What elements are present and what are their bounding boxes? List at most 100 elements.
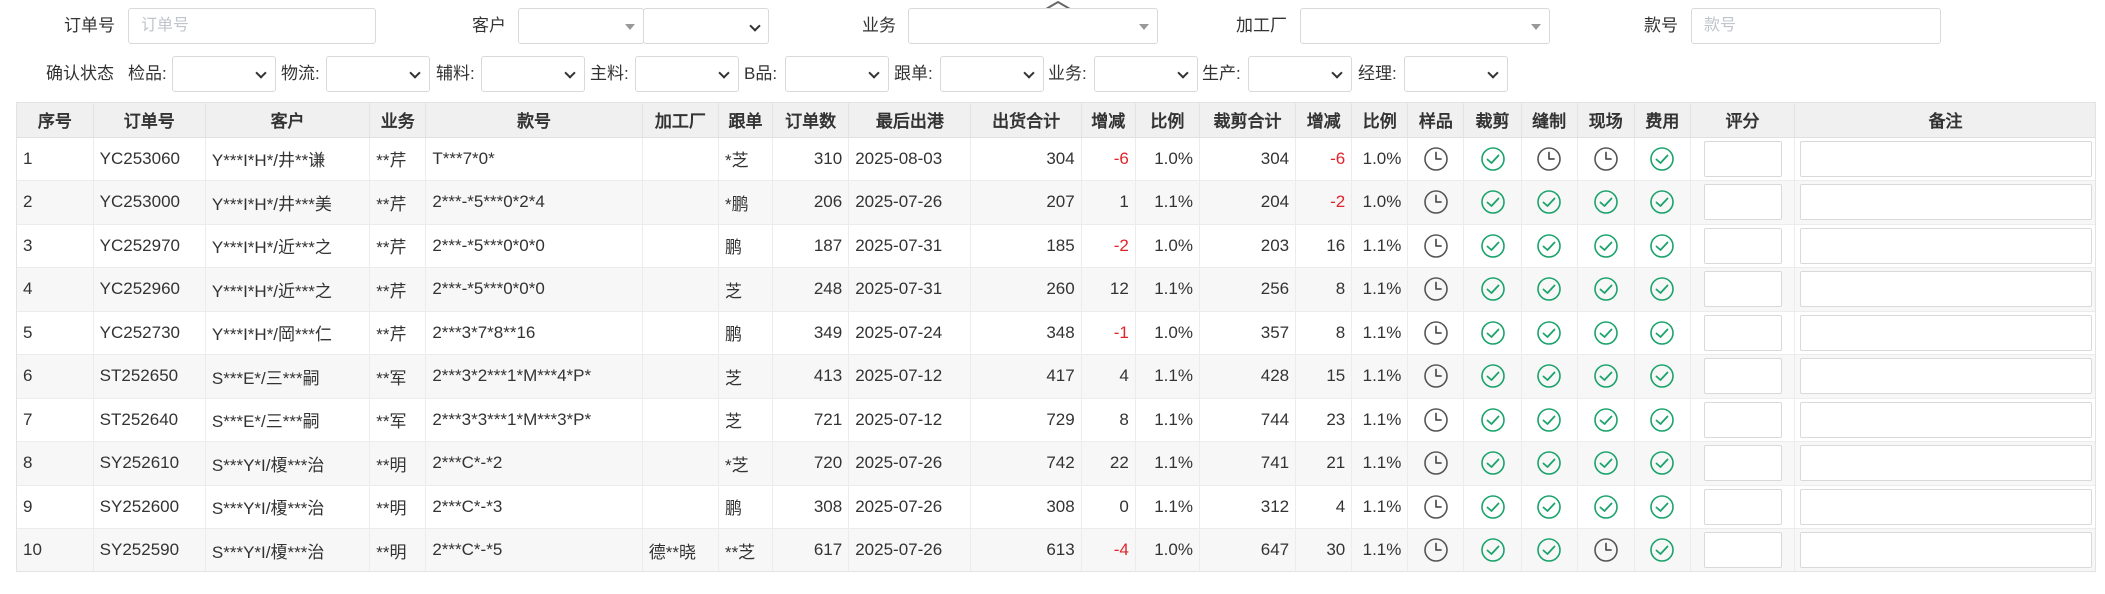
score-input[interactable] xyxy=(1703,358,1782,395)
factory-select[interactable] xyxy=(1300,8,1550,44)
sample-status-clock-icon[interactable] xyxy=(1423,276,1449,302)
sample-status-clock-icon[interactable] xyxy=(1423,363,1449,389)
score-input[interactable] xyxy=(1703,314,1782,351)
sample-status-clock-icon[interactable] xyxy=(1423,494,1449,520)
cost-status-check-circle-icon[interactable] xyxy=(1649,233,1675,259)
inspect-select[interactable] xyxy=(172,56,276,92)
follow-select[interactable] xyxy=(940,56,1044,92)
sample-status-clock-icon[interactable] xyxy=(1423,537,1449,563)
remark-input[interactable] xyxy=(1799,488,2092,525)
header-factory[interactable]: 加工厂 xyxy=(642,103,719,138)
score-input[interactable] xyxy=(1703,401,1782,438)
header-remark[interactable]: 备注 xyxy=(1794,103,2095,138)
cutting-status-check-circle-icon[interactable] xyxy=(1480,450,1506,476)
score-input[interactable] xyxy=(1703,271,1782,308)
cutting-status-check-circle-icon[interactable] xyxy=(1480,320,1506,346)
remark-input[interactable] xyxy=(1799,227,2092,264)
onsite-status-check-circle-icon[interactable] xyxy=(1593,407,1619,433)
business-status-select[interactable] xyxy=(1094,56,1198,92)
cost-status-check-circle-icon[interactable] xyxy=(1649,450,1675,476)
header-order-no[interactable]: 订单号 xyxy=(93,103,206,138)
accessories-select[interactable] xyxy=(481,56,585,92)
sewing-status-check-circle-icon[interactable] xyxy=(1536,494,1562,520)
cutting-status-check-circle-icon[interactable] xyxy=(1480,537,1506,563)
header-customer[interactable]: 客户 xyxy=(205,103,371,138)
table-row[interactable]: 3 YC252970 Y***I*H*/近***之 **芹 2***-*5***0*0*… xyxy=(17,224,2095,268)
sewing-status-check-circle-icon[interactable] xyxy=(1536,320,1562,346)
onsite-status-check-circle-icon[interactable] xyxy=(1593,450,1619,476)
remark-input[interactable] xyxy=(1799,445,2092,482)
header-last-port[interactable]: 最后出港 xyxy=(848,103,972,138)
header-score[interactable]: 评分 xyxy=(1690,103,1796,138)
production-select[interactable] xyxy=(1248,56,1352,92)
sewing-status-check-circle-icon[interactable] xyxy=(1536,450,1562,476)
sewing-status-check-circle-icon[interactable] xyxy=(1536,363,1562,389)
score-input[interactable] xyxy=(1703,227,1782,264)
table-row[interactable]: 2 YC253000 Y***I*H*/井***美 **芹 2***-*5***0*2*… xyxy=(17,180,2095,225)
header-style-no[interactable]: 款号 xyxy=(425,103,643,138)
b-grade-select[interactable] xyxy=(785,56,889,92)
header-seq[interactable]: 序号 xyxy=(17,103,94,138)
header-sewing[interactable]: 缝制 xyxy=(1521,103,1578,138)
cutting-status-check-circle-icon[interactable] xyxy=(1480,233,1506,259)
cutting-status-check-circle-icon[interactable] xyxy=(1480,494,1506,520)
remark-input[interactable] xyxy=(1799,184,2092,221)
customer-select-1[interactable] xyxy=(518,8,644,44)
cost-status-check-circle-icon[interactable] xyxy=(1649,407,1675,433)
sample-status-clock-icon[interactable] xyxy=(1423,320,1449,346)
cost-status-check-circle-icon[interactable] xyxy=(1649,363,1675,389)
remark-input[interactable] xyxy=(1799,140,2092,177)
onsite-status-clock-icon[interactable] xyxy=(1593,537,1619,563)
table-row[interactable]: 8 SY252610 S***Y*I/榎***治 **明 2***C*-*2 *芝 720 2… xyxy=(17,441,2095,486)
sample-status-clock-icon[interactable] xyxy=(1423,407,1449,433)
header-business[interactable]: 业务 xyxy=(369,103,427,138)
sewing-status-check-circle-icon[interactable] xyxy=(1536,407,1562,433)
onsite-status-clock-icon[interactable] xyxy=(1593,146,1619,172)
table-row[interactable]: 10 SY252590 S***Y*I/榎***治 **明 2***C*-*5 德**晓 *… xyxy=(17,528,2095,571)
header-follow[interactable]: 跟单 xyxy=(718,103,774,138)
sewing-status-check-circle-icon[interactable] xyxy=(1536,233,1562,259)
table-row[interactable]: 5 YC252730 Y***I*H*/岡***仁 **芹 2***3*7*8**16 鹏… xyxy=(17,311,2095,355)
table-row[interactable]: 4 YC252960 Y***I*H*/近***之 **芹 2***-*5***0*0*… xyxy=(17,267,2095,312)
remark-input[interactable] xyxy=(1799,401,2092,438)
score-input[interactable] xyxy=(1703,140,1782,177)
header-cutting[interactable]: 裁剪 xyxy=(1463,103,1522,138)
cost-status-check-circle-icon[interactable] xyxy=(1649,320,1675,346)
table-row[interactable]: 6 ST252650 S***E*/三***嗣 **军 2***3*2***1*M***… xyxy=(17,354,2095,399)
header-ship-total[interactable]: 出货合计 xyxy=(970,103,1082,138)
order-no-input[interactable] xyxy=(128,8,376,44)
header-ship-ratio[interactable]: 比例 xyxy=(1135,103,1200,138)
table-row[interactable]: 7 ST252640 S***E*/三***嗣 **军 2***3*3***1*M***… xyxy=(17,398,2095,442)
logistics-select[interactable] xyxy=(326,56,430,92)
header-cost[interactable]: 费用 xyxy=(1634,103,1691,138)
sample-status-clock-icon[interactable] xyxy=(1423,450,1449,476)
manager-select[interactable] xyxy=(1404,56,1508,92)
score-input[interactable] xyxy=(1703,488,1782,525)
cost-status-check-circle-icon[interactable] xyxy=(1649,189,1675,215)
customer-select-2[interactable] xyxy=(643,8,769,44)
onsite-status-check-circle-icon[interactable] xyxy=(1593,320,1619,346)
onsite-status-check-circle-icon[interactable] xyxy=(1593,363,1619,389)
style-no-input[interactable] xyxy=(1691,8,1941,44)
header-onsite[interactable]: 现场 xyxy=(1577,103,1635,138)
remark-input[interactable] xyxy=(1799,314,2092,351)
sample-status-clock-icon[interactable] xyxy=(1423,189,1449,215)
main-material-select[interactable] xyxy=(635,56,739,92)
cost-status-check-circle-icon[interactable] xyxy=(1649,276,1675,302)
sewing-status-check-circle-icon[interactable] xyxy=(1536,189,1562,215)
header-ship-diff[interactable]: 增减 xyxy=(1081,103,1136,138)
sample-status-clock-icon[interactable] xyxy=(1423,146,1449,172)
remark-input[interactable] xyxy=(1799,271,2092,308)
table-row[interactable]: 9 SY252600 S***Y*I/榎***治 **明 2***C*-*3 鹏 308 20… xyxy=(17,485,2095,529)
onsite-status-check-circle-icon[interactable] xyxy=(1593,276,1619,302)
header-cut-diff[interactable]: 增减 xyxy=(1295,103,1353,138)
score-input[interactable] xyxy=(1703,184,1782,221)
cost-status-check-circle-icon[interactable] xyxy=(1649,146,1675,172)
header-cut-ratio[interactable]: 比例 xyxy=(1351,103,1409,138)
header-sample[interactable]: 样品 xyxy=(1407,103,1465,138)
header-cut-total[interactable]: 裁剪合计 xyxy=(1199,103,1297,138)
table-row[interactable]: 1 YC253060 Y***I*H*/井**谦 **芹 T***7*0* *芝 310 20… xyxy=(17,137,2095,181)
onsite-status-check-circle-icon[interactable] xyxy=(1593,189,1619,215)
cutting-status-check-circle-icon[interactable] xyxy=(1480,146,1506,172)
cutting-status-check-circle-icon[interactable] xyxy=(1480,276,1506,302)
